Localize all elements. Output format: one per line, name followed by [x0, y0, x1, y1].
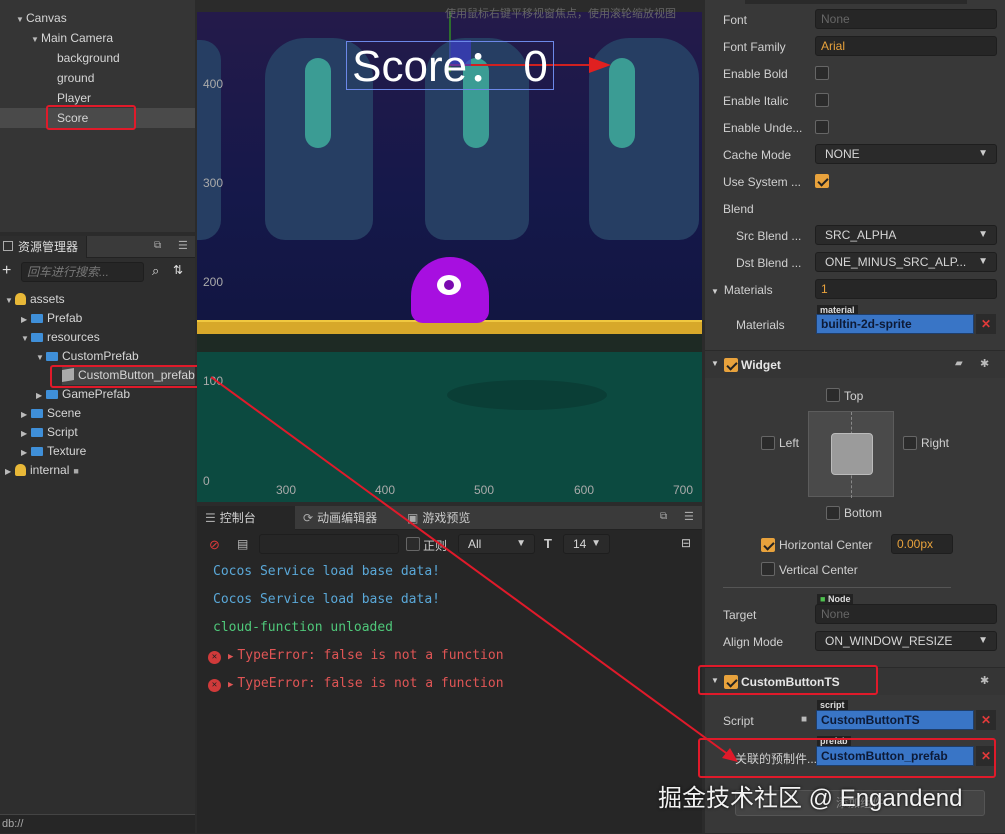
- watermark-text: 掘金技术社区 @ Engandend: [658, 785, 963, 812]
- annotation-arrow: [210, 376, 738, 762]
- annotation-arrowhead-icon: [722, 748, 738, 762]
- annotation-arrow-line: [210, 376, 734, 759]
